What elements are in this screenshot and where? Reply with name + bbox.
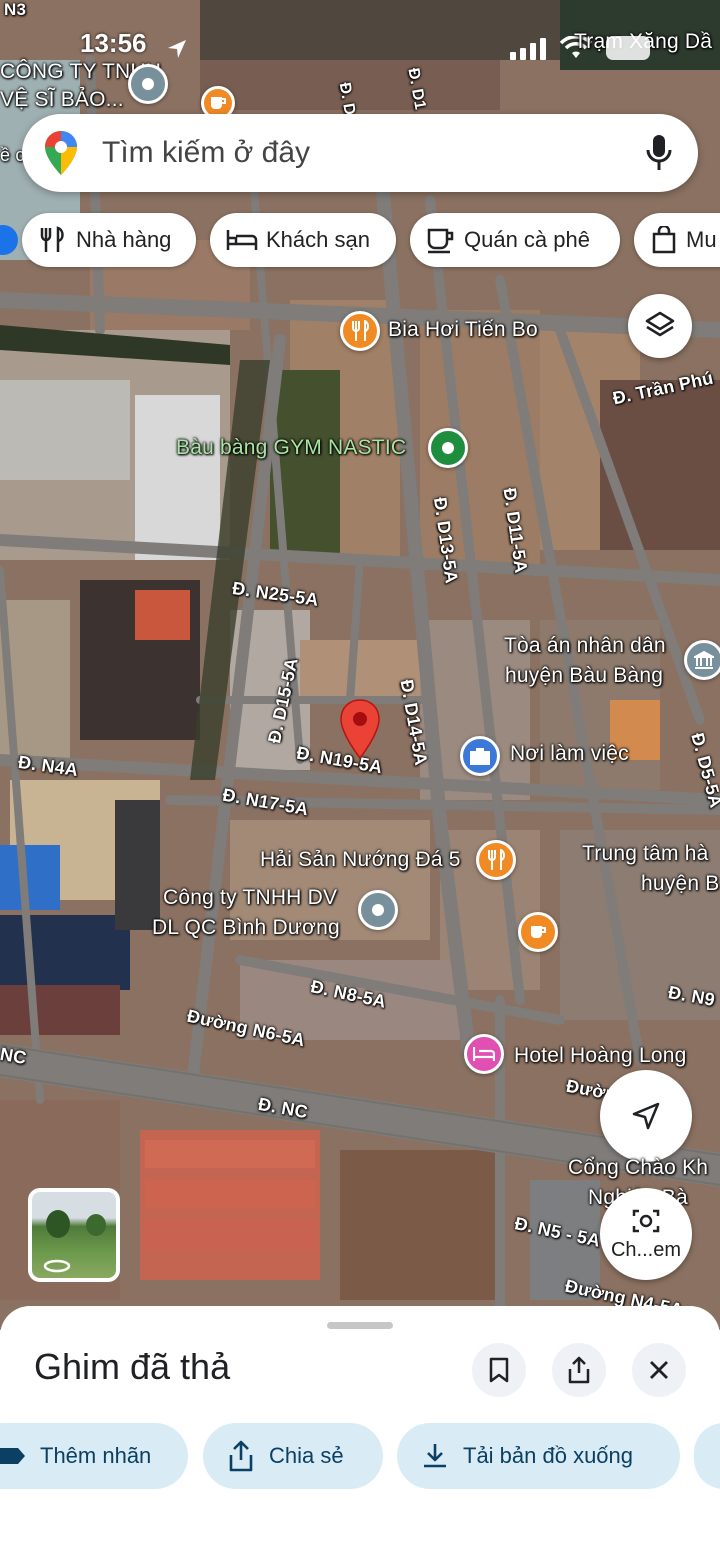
bia-marker[interactable] (340, 311, 380, 351)
court-marker[interactable] (684, 640, 720, 680)
dot-icon (372, 904, 384, 916)
place-label-hotel: Hotel Hoàng Long (514, 1044, 687, 1067)
satellite-map[interactable]: 13:56 Trạm Xăng Dầ N3 CÔNG TY TNHH VỆ SĨ… (0, 0, 720, 1330)
government-building-icon (694, 650, 714, 669)
chip-label: Quán cà phê (464, 227, 590, 252)
coffee-cup-icon (427, 228, 454, 254)
share-icon-button[interactable] (552, 1343, 606, 1397)
chip-shopping[interactable]: Mu (634, 213, 720, 267)
action-label: Thêm nhãn (40, 1443, 152, 1468)
place-label-left-edge: ề c (0, 145, 25, 165)
microphone-icon[interactable] (646, 134, 672, 172)
bed-icon (226, 230, 258, 250)
status-time: 13:56 (80, 28, 147, 58)
street-view-thumbnail[interactable] (28, 1188, 120, 1282)
label-tag-icon (0, 1448, 25, 1464)
share-button[interactable]: Chia sẻ (203, 1423, 383, 1489)
rotate-360-icon (43, 1259, 71, 1273)
chip-restaurants[interactable]: Nhà hàng (22, 213, 196, 267)
place-label-trung-tam-2: huyện B (641, 872, 720, 895)
camera-button-label: Ch...em (610, 1238, 682, 1261)
signal-icon (510, 38, 546, 60)
download-icon (424, 1444, 446, 1468)
sheet-title: Ghim đã thả (34, 1346, 231, 1387)
place-label-gym: Bàu bàng GYM NASTIC (176, 436, 407, 459)
action-label: Tải bản đồ xuống (463, 1443, 634, 1468)
gym-marker[interactable] (428, 428, 468, 468)
road-label-nc-left: NC (0, 1043, 29, 1069)
briefcase-icon (470, 748, 490, 765)
place-label-cong-ty-2: DL QC Bình Dương (152, 916, 340, 939)
location-arrow-icon (168, 40, 186, 58)
bottom-sheet: Ghim đã thả Thêm nhãn Chia sẻ Tải bản đồ… (0, 1306, 720, 1560)
search-bar[interactable]: Tìm kiếm ở đây (22, 114, 698, 192)
place-label-hai-san: Hải Sản Nướng Đá 5 (260, 848, 461, 871)
place-label-cong-ty-1: Công ty TNHH DV (163, 886, 338, 909)
share-icon (229, 1440, 253, 1472)
tree-shape (46, 1210, 70, 1238)
more-action-partial[interactable] (694, 1423, 720, 1489)
dot-icon (142, 78, 154, 90)
bookmark-icon (489, 1357, 509, 1383)
place-label-top-left-2: VỆ SĨ BẢO... (0, 88, 124, 111)
place-label-toa-an-1: Tòa án nhân dân (504, 634, 666, 657)
place-label-bia: Bia Hơi Tiến Bo (388, 318, 538, 341)
drag-handle[interactable] (327, 1322, 393, 1329)
category-chips: Nhà hàng Khách sạn Quán cà phê Mu (0, 213, 720, 267)
cafe-marker[interactable] (518, 912, 558, 952)
chip-partial-icon[interactable] (0, 225, 18, 255)
fork-knife-icon (40, 226, 64, 252)
chip-label: Nhà hàng (76, 227, 172, 252)
share-icon (568, 1356, 590, 1384)
search-placeholder: Tìm kiếm ở đây (102, 136, 311, 169)
add-label-button[interactable]: Thêm nhãn (0, 1423, 188, 1489)
lens-camera-icon (632, 1209, 660, 1232)
shopping-bag-icon (652, 226, 676, 254)
chip-coffee[interactable]: Quán cà phê (410, 213, 620, 267)
action-label: Chia sẻ (269, 1443, 344, 1468)
navigation-arrow-icon (632, 1102, 660, 1130)
coffee-cup-icon (211, 97, 226, 109)
chip-label: Khách sạn (266, 227, 370, 252)
layers-button[interactable] (628, 294, 692, 358)
company-marker[interactable] (358, 890, 398, 930)
place-label-cong-chao-1: Cổng Chào Kh (568, 1156, 709, 1179)
download-map-button[interactable]: Tải bản đồ xuống (397, 1423, 680, 1489)
place-label-trung-tam-1: Trung tâm hà (582, 842, 709, 865)
battery-icon (606, 36, 650, 60)
park-dot-icon (442, 442, 454, 454)
place-label-noi-lam-viec: Nơi làm việc (510, 742, 629, 765)
fork-knife-icon (488, 849, 505, 870)
close-icon (650, 1361, 668, 1379)
my-location-button[interactable] (600, 1070, 692, 1162)
tree-shape (86, 1214, 106, 1236)
road-label-n3: N3 (4, 0, 27, 19)
seafood-marker[interactable] (476, 840, 516, 880)
place-marker-generic[interactable] (128, 64, 168, 104)
close-button[interactable] (632, 1343, 686, 1397)
chip-label: Mu (686, 227, 717, 252)
chip-hotels[interactable]: Khách sạn (210, 213, 396, 267)
save-button[interactable] (472, 1343, 526, 1397)
coffee-cup-icon (531, 926, 546, 938)
dropped-pin-icon[interactable] (338, 698, 382, 760)
hotel-marker[interactable] (464, 1034, 504, 1074)
layers-icon (645, 311, 675, 337)
camera-button[interactable]: Ch...em (600, 1188, 692, 1280)
maps-logo-icon (45, 131, 77, 175)
place-label-toa-an-2: huyện Bàu Bàng (505, 664, 664, 687)
work-marker[interactable] (460, 736, 500, 776)
bed-icon (473, 1047, 495, 1061)
fork-knife-icon (352, 320, 369, 341)
